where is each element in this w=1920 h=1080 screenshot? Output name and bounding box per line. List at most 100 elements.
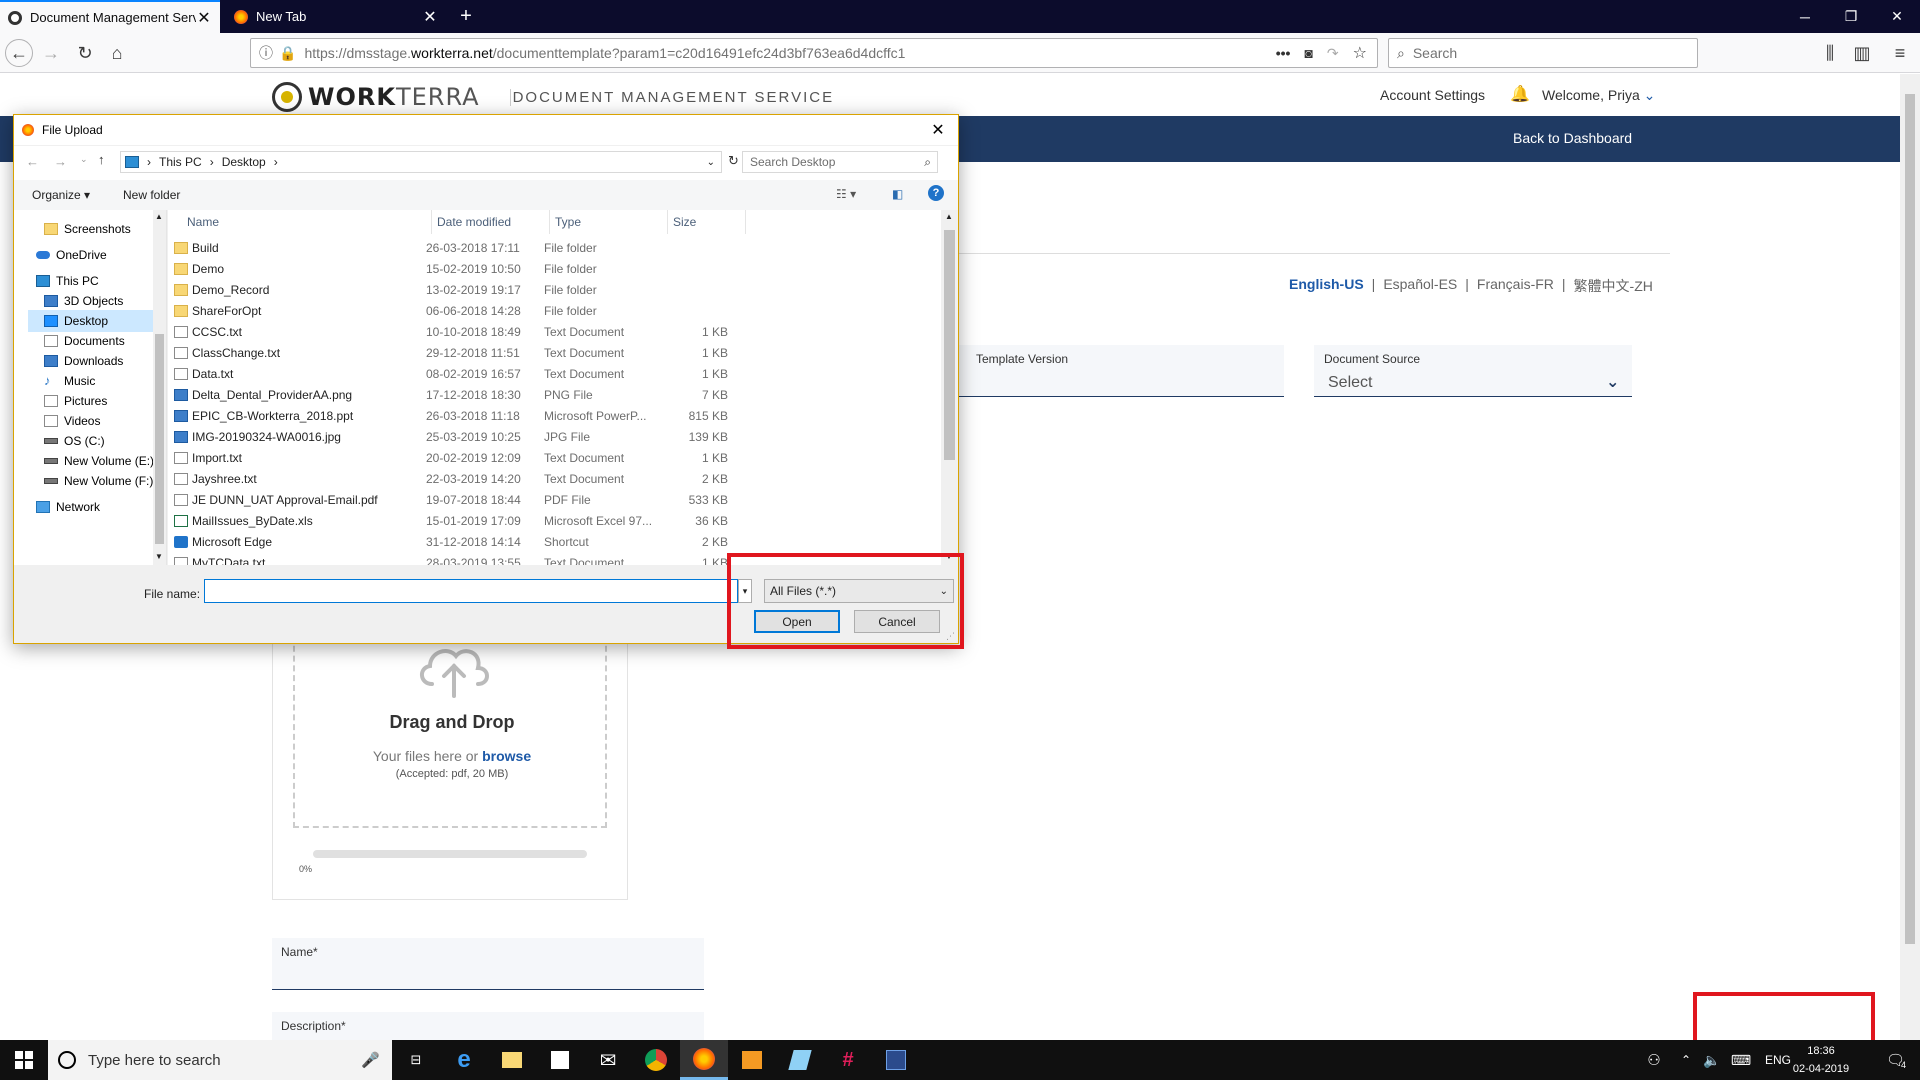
breadcrumb-desktop[interactable]: Desktop bbox=[222, 155, 266, 169]
info-icon[interactable]: ⓘ bbox=[259, 43, 273, 63]
view-options-icon[interactable]: ☷ ▾ bbox=[836, 187, 856, 201]
url-bar[interactable]: ⓘ 🔒 https://dmsstage. workterra.net/docum… bbox=[250, 38, 1378, 68]
nav-item[interactable]: New Volume (F:) bbox=[44, 470, 164, 492]
forward-arrow-icon[interactable]: → bbox=[54, 154, 67, 169]
scrollbar-thumb[interactable] bbox=[944, 230, 955, 460]
back-arrow-icon[interactable]: ← bbox=[26, 154, 39, 169]
notes-icon[interactable] bbox=[776, 1040, 824, 1080]
browse-link[interactable]: browse bbox=[482, 748, 531, 764]
scrollbar-thumb[interactable] bbox=[1905, 94, 1915, 944]
column-size[interactable]: Size bbox=[668, 210, 746, 234]
minimize-window-icon[interactable]: ─ bbox=[1782, 0, 1828, 33]
nav-item[interactable]: ♪ Music bbox=[44, 370, 164, 392]
file-row[interactable]: Jayshree.txt 22-03-2019 14:20 Text Documen… bbox=[168, 469, 948, 490]
slack-icon[interactable]: # bbox=[824, 1040, 872, 1080]
home-icon[interactable]: ⌂ bbox=[103, 39, 131, 67]
reader-icon[interactable]: ↷ bbox=[1327, 45, 1339, 62]
file-row[interactable]: MailIssues_ByDate.xls 15-01-2019 17:09 Mic… bbox=[168, 511, 948, 532]
breadcrumb-this-pc[interactable]: This PC bbox=[159, 155, 202, 169]
microphone-icon[interactable]: 🎤 bbox=[361, 1051, 380, 1069]
close-window-icon[interactable]: ✕ bbox=[1874, 0, 1920, 33]
nav-item[interactable]: This PC bbox=[36, 270, 156, 292]
browser-search-bar[interactable]: ⌕ Search bbox=[1388, 38, 1698, 68]
nav-item[interactable]: OS (C:) bbox=[44, 430, 164, 452]
file-row[interactable]: IMG-20190324-WA0016.jpg 25-03-2019 10:25 J… bbox=[168, 427, 948, 448]
workterra-logo[interactable]: WORKTERRA DOCUMENT MANAGEMENT SERVICE bbox=[272, 82, 834, 112]
up-arrow-icon[interactable]: ↑ bbox=[98, 152, 105, 167]
column-name[interactable]: Name bbox=[168, 210, 432, 234]
keyboard-icon[interactable]: ⌨ bbox=[1728, 1040, 1754, 1080]
firefox-icon[interactable] bbox=[680, 1040, 728, 1080]
new-folder-button[interactable]: New folder bbox=[123, 188, 180, 202]
user-menu[interactable]: Welcome, Priya ⌄ bbox=[1542, 87, 1655, 104]
nav-scrollbar[interactable]: ▲ ▼ bbox=[153, 210, 166, 565]
close-tab-icon[interactable]: ✕ bbox=[422, 7, 438, 27]
preview-pane-icon[interactable]: ◧ bbox=[892, 187, 903, 201]
file-row[interactable]: CCSC.txt 10-10-2018 18:49 Text Document 1 K… bbox=[168, 322, 948, 343]
file-row[interactable]: Demo 15-02-2019 10:50 File folder bbox=[168, 259, 948, 280]
media-player-icon[interactable] bbox=[728, 1040, 776, 1080]
file-row[interactable]: Build 26-03-2018 17:11 File folder bbox=[168, 238, 948, 259]
tab-document-management[interactable]: Document Management Servic ✕ bbox=[0, 0, 220, 33]
show-hidden-icons-icon[interactable]: ⌃ bbox=[1676, 1040, 1696, 1080]
scroll-up-icon[interactable]: ▲ bbox=[155, 212, 163, 221]
nav-item[interactable]: Videos bbox=[44, 410, 164, 432]
tab-new-tab[interactable]: New Tab ✕ bbox=[226, 0, 446, 33]
nav-item[interactable]: Screenshots bbox=[44, 218, 164, 240]
store-icon[interactable] bbox=[536, 1040, 584, 1080]
dialog-search-input[interactable]: Search Desktop ⌕ bbox=[742, 151, 938, 173]
file-row[interactable]: Microsoft Edge 31-12-2018 14:14 Shortcut 2 … bbox=[168, 532, 948, 553]
lang-chinese[interactable]: 繁體中文-ZH bbox=[1574, 276, 1653, 296]
chevron-down-icon[interactable]: ⌄ bbox=[1606, 372, 1619, 392]
action-center-icon[interactable]: 🗨 4 bbox=[1876, 1040, 1916, 1080]
dialog-close-icon[interactable]: ✕ bbox=[918, 115, 958, 145]
bookmark-star-icon[interactable]: ☆ bbox=[1353, 43, 1367, 63]
nav-item[interactable]: New Volume (E:) bbox=[44, 450, 164, 472]
page-scrollbar[interactable] bbox=[1900, 74, 1920, 1040]
column-date-modified[interactable]: Date modified bbox=[432, 210, 550, 234]
new-tab-button[interactable]: + bbox=[452, 0, 480, 33]
file-name-input[interactable] bbox=[204, 579, 738, 603]
recent-locations-icon[interactable]: ⌄ bbox=[80, 154, 88, 165]
reload-icon[interactable]: ↻ bbox=[71, 39, 99, 67]
close-tab-icon[interactable]: ✕ bbox=[196, 8, 212, 28]
chevron-down-icon[interactable]: ⌄ bbox=[707, 157, 715, 168]
menu-icon[interactable]: ≡ bbox=[1886, 39, 1914, 67]
column-type[interactable]: Type bbox=[550, 210, 668, 234]
file-row[interactable]: JE DUNN_UAT Approval-Email.pdf 19-07-2018… bbox=[168, 490, 948, 511]
notification-bell-icon[interactable]: 🔔 bbox=[1510, 84, 1530, 104]
people-icon[interactable]: ⚇ bbox=[1642, 1040, 1666, 1080]
library-icon[interactable]: ⫼ bbox=[1816, 39, 1844, 67]
nav-item[interactable]: Documents bbox=[44, 330, 164, 352]
volume-icon[interactable]: 🔈 bbox=[1700, 1040, 1724, 1080]
taskbar-search-box[interactable]: Type here to search 🎤 bbox=[48, 1040, 392, 1080]
scrollbar-thumb[interactable] bbox=[155, 334, 164, 544]
task-view-icon[interactable]: ⊟ bbox=[392, 1040, 440, 1080]
restore-window-icon[interactable]: ❐ bbox=[1828, 0, 1874, 33]
system-clock[interactable]: 18:36 02-04-2019 bbox=[1782, 1042, 1860, 1078]
file-row[interactable]: EPIC_CB-Workterra_2018.ppt 26-03-2018 11:… bbox=[168, 406, 948, 427]
help-icon[interactable]: ? bbox=[928, 185, 944, 201]
organize-menu[interactable]: Organize ▾ bbox=[32, 188, 90, 202]
file-row[interactable]: Import.txt 20-02-2019 12:09 Text Document 1… bbox=[168, 448, 948, 469]
nav-item[interactable]: OneDrive bbox=[36, 244, 156, 266]
file-row[interactable]: ShareForOpt 06-06-2018 14:28 File folder bbox=[168, 301, 948, 322]
file-explorer-icon[interactable] bbox=[488, 1040, 536, 1080]
nav-item[interactable]: Desktop bbox=[28, 310, 154, 332]
nav-item[interactable]: Pictures bbox=[44, 390, 164, 412]
back-arrow-icon[interactable]: ← bbox=[5, 39, 33, 67]
mail-icon[interactable]: ✉ bbox=[584, 1040, 632, 1080]
lang-english[interactable]: English-US bbox=[1289, 276, 1364, 296]
nav-item[interactable]: Downloads bbox=[44, 350, 164, 372]
drop-zone[interactable]: Drag and Drop Your files here or browse … bbox=[293, 636, 607, 828]
scroll-down-icon[interactable]: ▼ bbox=[155, 552, 163, 561]
forward-arrow-icon[interactable]: → bbox=[37, 39, 65, 67]
nav-item[interactable]: Network bbox=[36, 496, 156, 518]
lang-spanish[interactable]: Español-ES bbox=[1383, 276, 1457, 296]
lang-french[interactable]: Français-FR bbox=[1477, 276, 1554, 296]
sidebar-icon[interactable]: ▥ bbox=[1848, 39, 1876, 67]
pocket-icon[interactable]: ◙ bbox=[1304, 45, 1312, 61]
page-actions-icon[interactable]: ••• bbox=[1276, 45, 1291, 61]
file-row[interactable]: ClassChange.txt 29-12-2018 11:51 Text Docu… bbox=[168, 343, 948, 364]
nav-item[interactable]: 3D Objects bbox=[44, 290, 164, 312]
